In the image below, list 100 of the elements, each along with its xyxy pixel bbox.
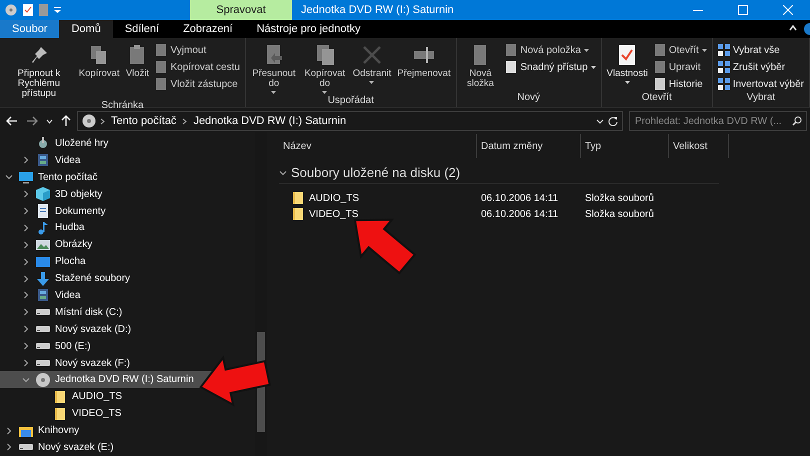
properties-icon[interactable] bbox=[23, 4, 33, 16]
group-label: Soubory uložené na disku (2) bbox=[291, 165, 460, 180]
tree-item[interactable]: Nový svazek (E:) bbox=[4, 439, 114, 456]
caret-icon bbox=[369, 81, 374, 84]
caret-icon bbox=[322, 91, 328, 94]
file-name[interactable]: AUDIO_TS bbox=[309, 192, 360, 204]
breadcrumb[interactable]: Tento počítač bbox=[109, 115, 178, 127]
ribbon-group-label: Uspořádat bbox=[326, 94, 375, 108]
grid-icon bbox=[718, 44, 730, 56]
tree-item[interactable]: Knihovny bbox=[4, 422, 80, 440]
ribbon-tab[interactable]: Zobrazení bbox=[171, 20, 245, 38]
folder-icon bbox=[293, 208, 303, 220]
ribbon-button[interactable]: Vybrat vše bbox=[716, 43, 806, 57]
tree-item-label: VIDEO_TS bbox=[72, 408, 122, 420]
dropdown-icon[interactable] bbox=[596, 118, 604, 124]
chevron-down-icon[interactable] bbox=[22, 376, 30, 384]
refresh-icon[interactable] bbox=[608, 116, 618, 126]
maximize-icon bbox=[738, 5, 748, 15]
drive-icon bbox=[36, 309, 50, 316]
download-arrow-icon bbox=[35, 270, 51, 287]
ribbon-button[interactable]: Zrušit výběr bbox=[716, 60, 806, 74]
ribbon-button-label: Odstranit bbox=[352, 69, 392, 79]
ribbon-button-label: Kopírovat bbox=[78, 69, 120, 79]
search-field[interactable]: Prohledat: Jednotka DVD RW (... bbox=[629, 111, 807, 131]
ribbon-button-label: Kopírovat do bbox=[303, 69, 346, 89]
tree-item[interactable]: Videa bbox=[21, 287, 80, 304]
back-arrow-icon bbox=[6, 116, 18, 126]
column-header[interactable]: Datum změny bbox=[477, 134, 581, 158]
chevron-right-icon[interactable] bbox=[22, 207, 30, 215]
small-command-icon bbox=[505, 61, 518, 73]
folder-icon bbox=[293, 192, 303, 204]
caret-icon bbox=[624, 81, 630, 84]
type-cell-text: Složka souborů bbox=[584, 208, 655, 220]
tree-item-label: 3D objekty bbox=[55, 188, 102, 200]
tree-item-label: Videa bbox=[55, 154, 80, 166]
tree-item[interactable]: Místní disk (C:) bbox=[21, 304, 122, 321]
tree-item[interactable]: Nový svazek (D:) bbox=[21, 320, 132, 338]
breadcrumb[interactable]: Jednotka DVD RW (I:) Saturnin bbox=[191, 115, 348, 127]
tree-item[interactable]: 3D objekty bbox=[21, 186, 102, 203]
grid-icon bbox=[718, 78, 730, 90]
chevron-down-icon[interactable] bbox=[279, 168, 287, 176]
tree-item[interactable]: Uložené hry bbox=[21, 135, 108, 152]
ribbon-button[interactable]: Snadný přístup bbox=[503, 60, 598, 74]
document-icon bbox=[654, 44, 666, 56]
ribbon-button[interactable]: Historie bbox=[652, 77, 709, 91]
caret-icon bbox=[584, 48, 589, 52]
column-header[interactable]: Typ bbox=[581, 134, 669, 158]
forward-arrow-icon bbox=[26, 116, 38, 126]
chevron-down-icon[interactable] bbox=[5, 173, 13, 182]
ribbon-button-label: Nová složka bbox=[466, 69, 495, 89]
file-menu-tab[interactable]: Soubor bbox=[0, 20, 60, 38]
caret-icon bbox=[702, 48, 707, 52]
address-bar[interactable]: Tento počítač Jednotka DVD RW (I:) Saturnin bbox=[77, 111, 623, 131]
ribbon-button[interactable]: Vlastnosti bbox=[604, 40, 650, 91]
ribbon-tab[interactable]: Domů bbox=[59, 20, 113, 38]
context-tab[interactable]: Spravovat bbox=[190, 0, 292, 20]
tree-item-label: Hudba bbox=[55, 222, 84, 234]
drive-icon bbox=[36, 360, 50, 366]
file-name[interactable]: VIDEO_TS bbox=[309, 208, 358, 220]
tree-item[interactable]: Stažené soubory bbox=[21, 270, 130, 288]
tree-item[interactable]: VIDEO_TS bbox=[38, 405, 122, 422]
tree-item[interactable]: Dokumenty bbox=[21, 202, 106, 220]
ribbon-tab[interactable]: Nástroje pro jednotky bbox=[244, 20, 373, 38]
tree-item[interactable]: Hudba bbox=[21, 219, 84, 236]
tree-item[interactable]: Videa bbox=[21, 152, 80, 169]
collapse-ribbon-icon[interactable] bbox=[789, 25, 797, 31]
ribbon-tab[interactable]: Sdílení bbox=[112, 20, 172, 38]
tree-item-label: Uložené hry bbox=[55, 138, 108, 149]
tree-item-label: Knihovny bbox=[38, 425, 80, 436]
tree-item[interactable]: 500 (E:) bbox=[21, 338, 91, 355]
up-arrow-icon bbox=[61, 115, 71, 127]
ribbon-button-label: Vložit bbox=[126, 69, 150, 79]
ribbon-button-label: Přesunout do bbox=[251, 69, 297, 89]
column-header[interactable]: Velikost bbox=[669, 134, 729, 158]
chevron-right-icon bbox=[100, 118, 105, 124]
folder-icon bbox=[52, 388, 68, 405]
document-icon bbox=[654, 61, 666, 73]
help-icon[interactable] bbox=[803, 22, 810, 36]
window-title: Jednotka DVD RW (I:) Saturnin bbox=[300, 3, 455, 18]
ribbon-button-label: Vlastnosti bbox=[606, 69, 648, 79]
ribbon-button[interactable]: Invertovat výběr bbox=[716, 77, 806, 91]
tree-item[interactable]: Obrázky bbox=[21, 236, 92, 254]
tree-item[interactable]: Nový svazek (F:) bbox=[21, 354, 130, 372]
customize-menu-icon[interactable] bbox=[54, 7, 61, 13]
tree-item-label: Stažené soubory bbox=[55, 273, 130, 284]
tree-item-label: Nový svazek (D:) bbox=[55, 324, 132, 335]
disc-icon[interactable] bbox=[5, 4, 17, 16]
type-cell-text: Složka souborů bbox=[584, 192, 655, 204]
ribbon-button[interactable]: Připnout k Rychlému přístupu bbox=[3, 40, 75, 99]
tree-item[interactable]: Tento počítač bbox=[4, 168, 98, 186]
ribbon-group-label: Vybrat bbox=[746, 91, 776, 105]
cube-icon bbox=[35, 186, 51, 202]
drive-icon bbox=[19, 444, 33, 450]
group-header[interactable]: Soubory uložené na disku (2) bbox=[279, 162, 719, 184]
chevron-right-icon bbox=[182, 118, 188, 124]
tree-item[interactable]: AUDIO_TS bbox=[38, 388, 122, 406]
tree-item[interactable]: Plocha bbox=[21, 253, 86, 270]
column-header[interactable]: Název bbox=[279, 134, 477, 158]
chevron-right-icon[interactable] bbox=[22, 156, 30, 164]
small-command-icon bbox=[155, 78, 168, 90]
